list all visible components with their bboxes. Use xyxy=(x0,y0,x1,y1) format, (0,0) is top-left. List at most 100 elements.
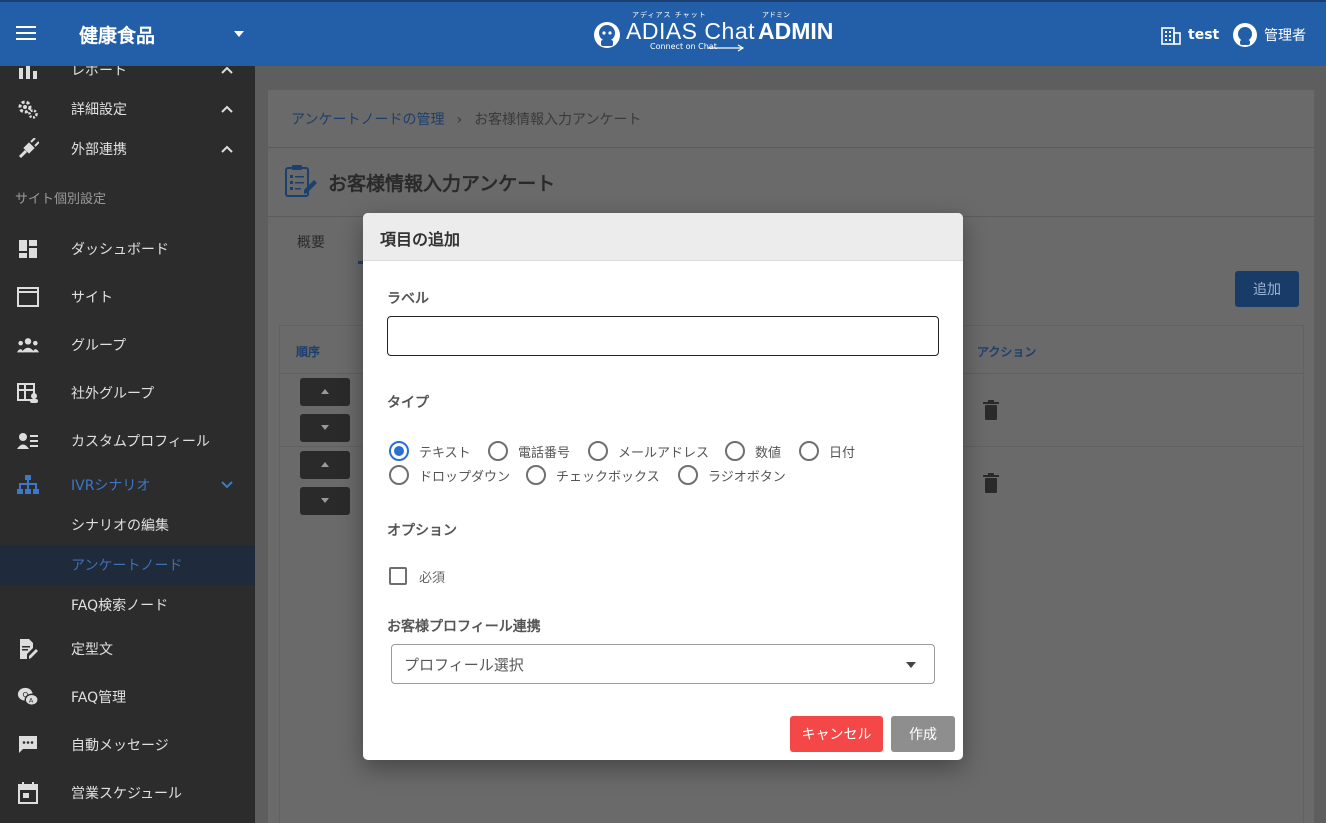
store-selector-label[interactable]: 健康食品 xyxy=(79,21,155,48)
create-button[interactable]: 作成 xyxy=(891,716,955,752)
radio-unselected-icon xyxy=(678,465,698,485)
sidebar-item-ivr-scenario[interactable]: IVRシナリオ xyxy=(0,465,255,505)
option-field-label: オプション xyxy=(387,523,457,539)
sidebar-subitem-scenario-edit[interactable]: シナリオの編集 xyxy=(0,505,255,545)
document-edit-icon xyxy=(17,638,39,660)
header-user[interactable]: 管理者 xyxy=(1232,22,1306,48)
column-header-order: 順序 xyxy=(296,345,321,359)
radio-unselected-icon xyxy=(588,441,608,461)
arrow-down-icon xyxy=(321,498,329,503)
divider xyxy=(268,147,1314,148)
radio-unselected-icon xyxy=(526,465,546,485)
group-icon xyxy=(17,334,39,356)
header-store[interactable]: test xyxy=(1160,22,1219,48)
menu-icon[interactable] xyxy=(16,24,38,42)
survey-clipboard-icon xyxy=(285,165,317,197)
logo-brand: ADIAS Chat xyxy=(626,18,755,44)
sidebar-item-external-group[interactable]: 社外グループ xyxy=(0,373,255,413)
sidebar-item-label: シナリオの編集 xyxy=(71,518,169,534)
add-button[interactable]: 追加 xyxy=(1235,271,1299,307)
sidebar-section-label: サイト個別設定 xyxy=(15,192,107,207)
app-header: 健康食品 アディアス チャット アドミン ADIAS Chat ADMIN Co… xyxy=(0,0,1326,66)
sidebar-item-site[interactable]: サイト xyxy=(0,277,255,317)
type-radio-radio-button[interactable]: ラジオボタン xyxy=(678,464,786,486)
type-radio-phone[interactable]: 電話番号 xyxy=(488,440,570,462)
type-radio-date[interactable]: 日付 xyxy=(799,440,855,462)
dashboard-icon xyxy=(17,238,39,260)
delete-icon[interactable] xyxy=(983,473,999,493)
sidebar-item-faq[interactable]: QA FAQ管理 xyxy=(0,677,255,717)
tab-overview[interactable]: 概要 xyxy=(297,232,325,252)
plug-icon xyxy=(17,138,39,160)
move-up-button[interactable] xyxy=(300,378,350,406)
arrow-right-icon xyxy=(708,44,745,52)
move-down-button[interactable] xyxy=(300,487,350,515)
chevron-up-icon[interactable] xyxy=(220,102,234,116)
profile-link-label: お客様プロフィール連携 xyxy=(387,619,541,635)
radio-unselected-icon xyxy=(488,441,508,461)
gears-icon xyxy=(17,98,39,120)
move-up-button[interactable] xyxy=(300,451,350,479)
cancel-button[interactable]: キャンセル xyxy=(790,716,883,752)
add-item-dialog: 項目の追加 ラベル タイプ テキスト 電話番号 メールアドレス 数値 日付 ドロ… xyxy=(363,213,963,760)
arrow-up-icon xyxy=(321,389,329,394)
sidebar-item-label: レポート xyxy=(71,66,127,79)
type-radio-text[interactable]: テキスト xyxy=(389,440,471,462)
logo-admin: ADMIN xyxy=(758,18,834,44)
sidebar-item-advanced-settings[interactable]: 詳細設定 xyxy=(0,89,255,129)
sidebar-item-external-integration[interactable]: 外部連携 xyxy=(0,129,255,169)
chevron-up-icon[interactable] xyxy=(220,142,234,156)
type-radio-email[interactable]: メールアドレス xyxy=(588,440,709,462)
bar-chart-icon xyxy=(17,66,39,81)
sidebar-item-label: 自動メッセージ xyxy=(71,738,169,754)
sidebar-item-label: IVRシナリオ xyxy=(71,478,151,494)
sidebar-item-report[interactable]: レポート xyxy=(0,66,255,90)
checkbox-unchecked-icon xyxy=(389,567,407,585)
type-radio-checkbox[interactable]: チェックボックス xyxy=(526,464,660,486)
building-icon xyxy=(1161,27,1181,45)
checkbox-label: 必須 xyxy=(419,570,446,586)
profile-list-icon xyxy=(17,430,39,452)
breadcrumb-link[interactable]: アンケートノードの管理 xyxy=(291,112,444,128)
sidebar-item-label: 社外グループ xyxy=(71,386,155,402)
sidebar-item-auto-message[interactable]: 自動メッセージ xyxy=(0,725,255,765)
type-radio-number[interactable]: 数値 xyxy=(725,440,781,462)
chevron-down-icon[interactable] xyxy=(220,478,234,492)
sidebar-item-custom-profile[interactable]: カスタムプロフィール xyxy=(0,421,255,461)
sidebar-item-group[interactable]: グループ xyxy=(0,325,255,365)
radio-selected-icon xyxy=(389,441,409,461)
sitemap-icon xyxy=(17,474,39,496)
label-input[interactable] xyxy=(387,316,939,356)
sidebar-subitem-faq-search-node[interactable]: FAQ検索ノード xyxy=(0,585,255,625)
profile-select[interactable]: プロフィール選択 xyxy=(391,644,935,684)
sidebar-item-business-schedule[interactable]: 営業スケジュール xyxy=(0,773,255,813)
caret-down-icon[interactable] xyxy=(234,31,244,37)
radio-label: チェックボックス xyxy=(556,469,660,485)
radio-label: 電話番号 xyxy=(518,445,571,461)
dialog-header: 項目の追加 xyxy=(363,213,963,261)
table-person-icon xyxy=(17,382,39,404)
column-header-action: アクション xyxy=(977,345,1037,359)
type-field-label: タイプ xyxy=(387,395,429,411)
move-down-button[interactable] xyxy=(300,414,350,442)
sidebar-item-template[interactable]: 定型文 xyxy=(0,629,255,669)
caret-down-icon xyxy=(906,662,916,668)
radio-label: メールアドレス xyxy=(618,445,710,461)
sidebar-item-dashboard[interactable]: ダッシュボード xyxy=(0,229,255,269)
sidebar-item-label: ダッシュボード xyxy=(71,242,169,258)
chevron-up-icon[interactable] xyxy=(220,66,234,77)
sidebar-item-label: FAQ検索ノード xyxy=(71,598,169,614)
sidebar-item-label: FAQ管理 xyxy=(71,690,127,706)
breadcrumb-separator: › xyxy=(456,112,463,128)
arrow-up-icon xyxy=(321,462,329,467)
delete-icon[interactable] xyxy=(983,400,999,420)
store-label: test xyxy=(1188,27,1220,43)
radio-unselected-icon xyxy=(799,441,819,461)
mascot-icon xyxy=(594,22,620,48)
sidebar-subitem-survey-node[interactable]: アンケートノード xyxy=(0,545,255,585)
required-checkbox[interactable]: 必須 xyxy=(389,566,445,586)
sidebar-item-label: カスタムプロフィール xyxy=(71,434,210,450)
page-title: お客様情報入力アンケート xyxy=(328,173,556,195)
type-radio-dropdown[interactable]: ドロップダウン xyxy=(389,464,510,486)
radio-label: 日付 xyxy=(829,445,856,461)
